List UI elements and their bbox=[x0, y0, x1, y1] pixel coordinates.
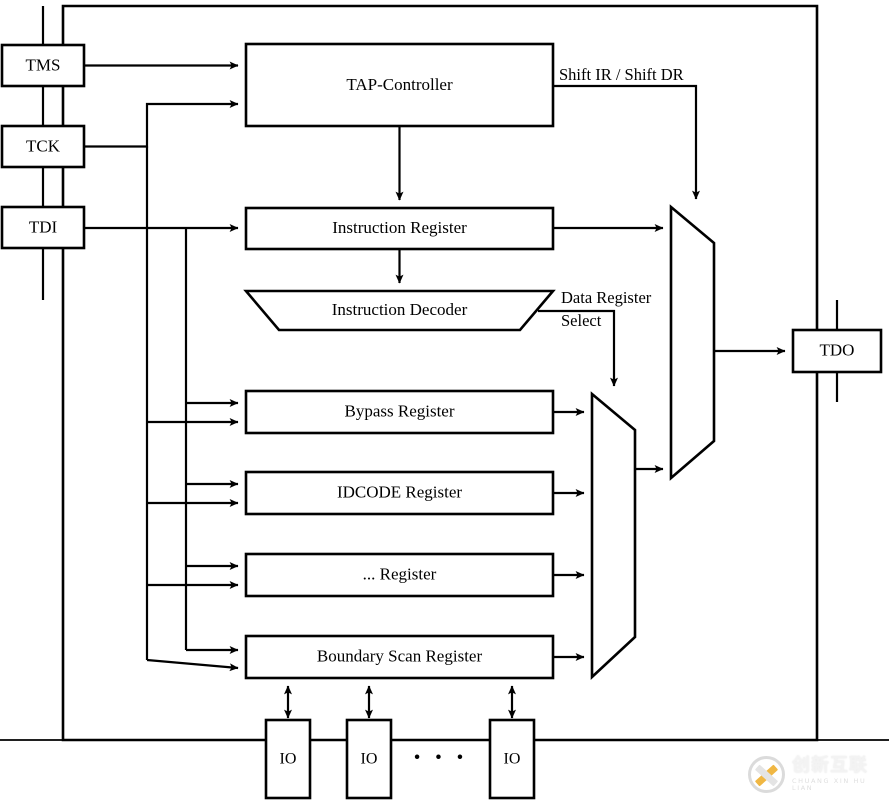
jtag-architecture-diagram: TMS TCK TDI TDO TAP-Controller Instructi… bbox=[0, 0, 889, 805]
block-label-idcode-register: IDCODE Register bbox=[337, 482, 462, 501]
wire-tck-to-tap bbox=[84, 100, 239, 148]
wire-shift-ir-dr-control bbox=[553, 84, 700, 200]
data-register-mux bbox=[590, 391, 637, 680]
output-mux bbox=[669, 204, 716, 481]
wire-tck-to-boundary-scan-register bbox=[146, 658, 239, 672]
io-cell-ellipsis: • • • bbox=[414, 747, 468, 768]
io-cell-label-2: IO bbox=[361, 751, 378, 768]
block-label-bypass-register: Bypass Register bbox=[344, 401, 454, 420]
signal-label-data-register-select-line2: Select bbox=[561, 311, 602, 330]
pin-label-tck: TCK bbox=[26, 136, 61, 155]
block-label-instruction-decoder: Instruction Decoder bbox=[332, 300, 468, 319]
block-label-boundary-scan-register: Boundary Scan Register bbox=[317, 646, 483, 665]
block-label-other-register: ... Register bbox=[363, 564, 437, 583]
io-cell-label-1: IO bbox=[280, 751, 297, 768]
signal-label-shift-ir-dr: Shift IR / Shift DR bbox=[559, 65, 684, 84]
diagram-canvas: TMS TCK TDI TDO TAP-Controller Instructi… bbox=[0, 4, 889, 800]
pin-label-tdo: TDO bbox=[820, 340, 855, 359]
io-cell-label-3: IO bbox=[504, 751, 521, 768]
block-label-tap-controller: TAP-Controller bbox=[346, 75, 453, 94]
pin-label-tms: TMS bbox=[26, 55, 61, 74]
block-label-instruction-register: Instruction Register bbox=[332, 218, 467, 237]
signal-label-data-register-select-line1: Data Register bbox=[561, 288, 652, 307]
pin-label-tdi: TDI bbox=[29, 217, 58, 236]
